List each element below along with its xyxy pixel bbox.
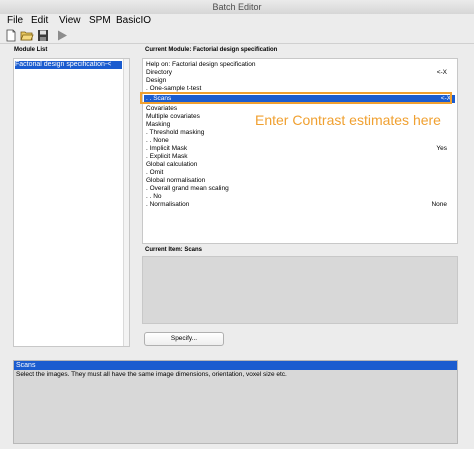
module-row[interactable]: Global calculation xyxy=(146,161,451,169)
module-list[interactable]: Factorial design specification-< xyxy=(13,58,130,347)
module-row[interactable]: . . No xyxy=(146,193,451,201)
menu-edit[interactable]: Edit xyxy=(29,14,50,28)
toolbar xyxy=(0,28,474,44)
open-folder-icon[interactable] xyxy=(20,29,34,42)
module-row[interactable]: . Normalisation None xyxy=(146,201,451,209)
current-module-label: Current Module: Factorial design specifi… xyxy=(145,47,278,53)
help-panel[interactable]: Scans Select the images. They must all h… xyxy=(13,360,458,444)
annotation-text: Enter Contrast estimates here xyxy=(255,112,441,128)
window-title: Batch Editor xyxy=(212,2,262,12)
current-item-label: Current Item: Scans xyxy=(145,247,203,253)
menu-file[interactable]: File xyxy=(5,14,25,28)
run-icon[interactable] xyxy=(55,29,69,42)
module-row[interactable]: . . None xyxy=(146,137,451,145)
module-row[interactable]: . Omit xyxy=(146,169,451,177)
annotation-highlight-box xyxy=(140,92,452,104)
module-row[interactable]: Directory <-X xyxy=(146,69,451,77)
menu-basicio[interactable]: BasicIO xyxy=(114,14,153,28)
module-row[interactable]: Help on: Factorial design specification xyxy=(146,61,451,69)
current-module-list[interactable]: Help on: Factorial design specification … xyxy=(142,58,458,244)
module-list-item[interactable]: Factorial design specification-< xyxy=(15,61,122,69)
module-row[interactable]: Design xyxy=(146,77,451,85)
module-list-scrollbar[interactable] xyxy=(123,59,129,346)
help-text: Select the images. They must all have th… xyxy=(16,371,287,378)
module-row[interactable]: . Explicit Mask xyxy=(146,153,451,161)
save-icon[interactable] xyxy=(36,29,50,42)
module-row[interactable]: . Implicit Mask Yes xyxy=(146,145,451,153)
menu-bar: File Edit View SPM BasicIO xyxy=(0,14,474,28)
module-row[interactable]: Global normalisation xyxy=(146,177,451,185)
module-list-label: Module List xyxy=(14,47,48,53)
new-file-icon[interactable] xyxy=(4,29,18,42)
module-row[interactable]: . Overall grand mean scaling xyxy=(146,185,451,193)
help-title: Scans xyxy=(14,361,457,370)
current-item-panel[interactable] xyxy=(142,256,458,324)
menu-view[interactable]: View xyxy=(57,14,83,28)
module-row[interactable]: . Threshold masking xyxy=(146,129,451,137)
menu-spm[interactable]: SPM xyxy=(87,14,113,28)
window-titlebar: Batch Editor xyxy=(0,0,474,15)
specify-button[interactable]: Specify... xyxy=(144,332,224,346)
